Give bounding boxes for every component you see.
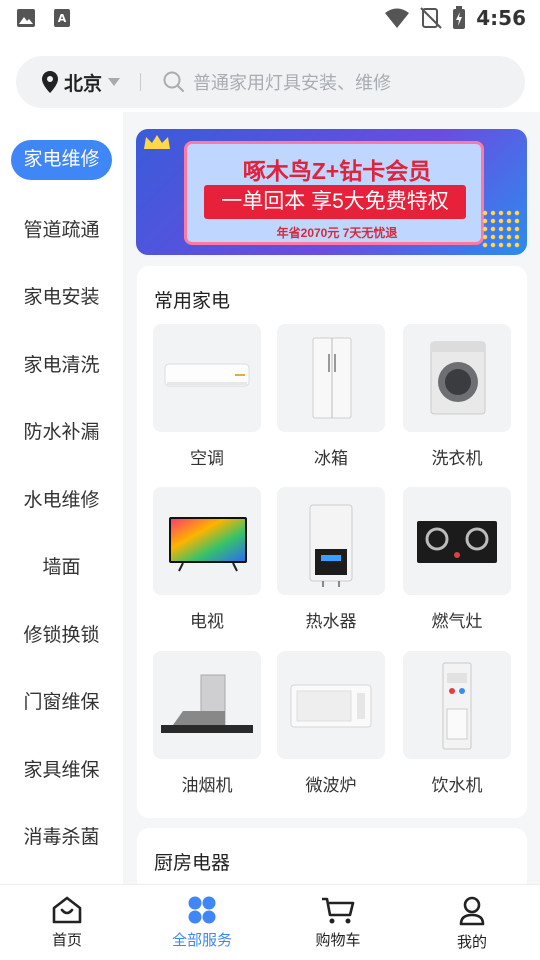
category-sidebar: 家电维修 管道疏通 家电安装 家电清洗 防水补漏 水电维修 墙面 修锁换锁 门窗… bbox=[0, 112, 123, 884]
grid-item-fridge[interactable]: 冰箱 bbox=[277, 324, 385, 469]
sidebar-item-appliance-cleaning[interactable]: 家电清洗 bbox=[0, 343, 123, 383]
sidebar-item-furniture[interactable]: 家具维保 bbox=[0, 748, 123, 788]
sidebar-item-disinfection[interactable]: 消毒杀菌 bbox=[0, 815, 123, 855]
sidebar-item-waterproofing[interactable]: 防水补漏 bbox=[0, 410, 123, 450]
home-icon bbox=[52, 896, 82, 924]
banner-title: 啄木鸟Z+钻卡会员 bbox=[242, 158, 432, 184]
grid-item-range-hood[interactable]: 油烟机 bbox=[153, 651, 261, 796]
microwave-icon bbox=[290, 684, 372, 728]
sidebar-item-plumbing-electric[interactable]: 水电维修 bbox=[0, 478, 123, 518]
sidebar-item-appliance-repair[interactable]: 家电维修 bbox=[0, 140, 123, 180]
nav-profile[interactable]: 我的 bbox=[422, 895, 522, 952]
section-title: 厨房电器 bbox=[154, 853, 231, 874]
grid-item-tv[interactable]: 电视 bbox=[153, 487, 261, 632]
header: 北京 普通家用灯具安装、维修 bbox=[0, 36, 540, 112]
range-hood-icon bbox=[161, 674, 253, 733]
search-divider bbox=[140, 73, 142, 91]
status-bar: A 4:56 bbox=[0, 0, 540, 36]
nav-cart[interactable]: 购物车 bbox=[288, 895, 388, 950]
grid-item-water-dispenser[interactable]: 饮水机 bbox=[403, 651, 511, 796]
city-label: 北京 bbox=[64, 73, 103, 95]
section-title: 常用家电 bbox=[154, 291, 231, 312]
sidebar-item-appliance-install[interactable]: 家电安装 bbox=[0, 275, 123, 315]
grid-item-microwave[interactable]: 微波炉 bbox=[277, 651, 385, 796]
no-signal-icon bbox=[420, 7, 442, 29]
sidebar-item-doors-windows[interactable]: 门窗维保 bbox=[0, 680, 123, 720]
crown-icon bbox=[144, 135, 170, 149]
text-file-icon: A bbox=[54, 9, 70, 27]
water-dispenser-icon bbox=[442, 662, 472, 750]
water-heater-icon bbox=[309, 504, 353, 587]
search-bar[interactable]: 北京 普通家用灯具安装、维修 bbox=[16, 56, 525, 108]
gas-stove-icon bbox=[417, 521, 497, 563]
grid-item-water-heater[interactable]: 热水器 bbox=[277, 487, 385, 632]
air-conditioner-icon bbox=[164, 363, 250, 387]
search-icon bbox=[163, 71, 185, 92]
section-kitchen-appliances: 厨房电器 bbox=[137, 828, 527, 884]
grid-item-washing-machine[interactable]: 洗衣机 bbox=[403, 324, 511, 469]
nav-home[interactable]: 首页 bbox=[17, 895, 117, 950]
search-input[interactable]: 普通家用灯具安装、维修 bbox=[193, 69, 391, 95]
banner-ribbon: 一单回本 享5大免费特权 bbox=[204, 185, 466, 219]
bottom-nav: 首页 全部服务 购物车 我的 bbox=[0, 884, 540, 960]
sidebar-item-pipe-unclogging[interactable]: 管道疏通 bbox=[0, 208, 123, 248]
promo-banner[interactable]: 啄木鸟Z+钻卡会员 一单回本 享5大免费特权 年省2070元 7天无忧退 bbox=[136, 129, 527, 255]
svg-text:A: A bbox=[58, 12, 67, 25]
nav-all-services[interactable]: 全部服务 bbox=[152, 895, 252, 950]
washing-machine-icon bbox=[430, 341, 486, 415]
sidebar-item-locks[interactable]: 修锁换锁 bbox=[0, 613, 123, 653]
section-common-appliances: 常用家电 空调 冰箱 洗衣机 电视 热水器 燃气灶 油烟机 微波炉 饮水机 bbox=[137, 266, 527, 818]
tv-icon bbox=[169, 517, 247, 572]
grid-icon bbox=[188, 896, 216, 924]
wifi-icon bbox=[385, 8, 410, 28]
status-time: 4:56 bbox=[476, 6, 526, 30]
image-icon bbox=[17, 9, 35, 27]
user-icon bbox=[459, 896, 485, 926]
battery-charging-icon bbox=[453, 6, 466, 29]
banner-subtitle: 年省2070元 7天无忧退 bbox=[276, 226, 398, 240]
cart-icon bbox=[322, 897, 355, 924]
banner-dots-decoration bbox=[481, 209, 521, 249]
sidebar-item-walls[interactable]: 墙面 bbox=[0, 545, 123, 585]
caret-down-icon bbox=[108, 78, 121, 86]
banner-frame: 啄木鸟Z+钻卡会员 一单回本 享5大免费特权 年省2070元 7天无忧退 bbox=[184, 141, 484, 245]
location-pin-icon bbox=[42, 71, 58, 93]
grid-item-gas-stove[interactable]: 燃气灶 bbox=[403, 487, 511, 632]
fridge-icon bbox=[312, 337, 352, 419]
grid-item-air-conditioner[interactable]: 空调 bbox=[153, 324, 261, 469]
city-selector[interactable]: 北京 bbox=[42, 69, 121, 96]
